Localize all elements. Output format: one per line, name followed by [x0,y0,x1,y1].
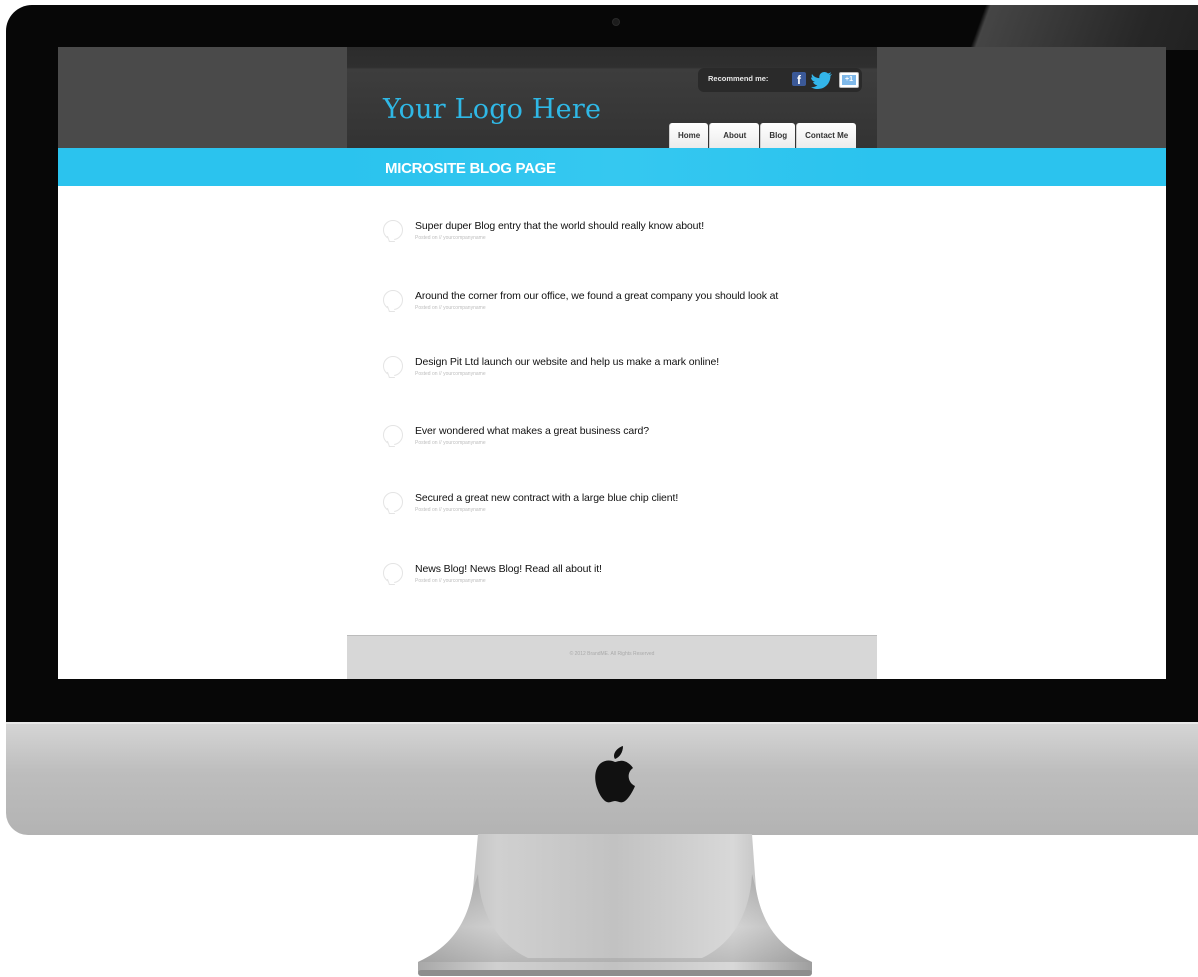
screen: Your Logo Here Recommend me: f +1 Home A… [58,47,1166,679]
comment-bubble-icon [383,563,403,583]
blog-entry-title[interactable]: Secured a great new contract with a larg… [415,492,678,504]
blog-entry-meta: Posted on // yourcompanyname [415,507,486,513]
comment-bubble-icon [383,425,403,445]
comment-bubble-icon [383,290,403,310]
blog-entry[interactable]: Design Pit Ltd launch our website and he… [383,356,863,396]
google-plus-label: +1 [842,75,856,85]
blog-entry-title[interactable]: Ever wondered what makes a great busines… [415,425,649,437]
monitor-stand [418,834,812,976]
blog-entry[interactable]: Secured a great new contract with a larg… [383,492,863,532]
website: Your Logo Here Recommend me: f +1 Home A… [347,47,877,679]
twitter-icon[interactable] [811,71,833,89]
blog-entry-title[interactable]: Around the corner from our office, we fo… [415,290,778,302]
blog-entry[interactable]: Around the corner from our office, we fo… [383,290,863,330]
main-nav: Home About Blog Contact Me [669,123,857,148]
site-header: Your Logo Here Recommend me: f +1 Home A… [347,47,877,148]
blog-entry-title[interactable]: Super duper Blog entry that the world sh… [415,220,704,232]
blog-entry[interactable]: News Blog! News Blog! Read all about it!… [383,563,863,603]
blog-entry-meta: Posted on // yourcompanyname [415,305,486,311]
site-logo[interactable]: Your Logo Here [383,94,601,125]
comment-bubble-icon [383,356,403,376]
blog-entry-meta: Posted on // yourcompanyname [415,371,486,377]
google-plus-icon[interactable]: +1 [839,72,859,88]
blog-entry-meta: Posted on // yourcompanyname [415,578,486,584]
blog-entry-title[interactable]: Design Pit Ltd launch our website and he… [415,356,719,368]
copyright-text: © 2012 BrandME. All Rights Reserved [569,651,655,657]
nav-item-about[interactable]: About [709,123,760,148]
recommend-bar: Recommend me: f +1 [698,68,862,92]
blog-entry[interactable]: Ever wondered what makes a great busines… [383,425,863,465]
page-title: MICROSITE BLOG PAGE [385,160,556,177]
blog-entry-title[interactable]: News Blog! News Blog! Read all about it! [415,563,602,575]
facebook-icon[interactable]: f [792,72,806,87]
site-footer: © 2012 BrandME. All Rights Reserved [347,635,877,679]
blog-entry-meta: Posted on // yourcompanyname [415,235,486,241]
apple-logo-icon [595,746,635,803]
monitor-chin-edge [6,722,1198,724]
blog-entry[interactable]: Super duper Blog entry that the world sh… [383,220,863,260]
comment-bubble-icon [383,492,403,512]
nav-item-contact[interactable]: Contact Me [796,123,857,148]
nav-item-home[interactable]: Home [669,123,709,148]
comment-bubble-icon [383,220,403,240]
blog-entry-meta: Posted on // yourcompanyname [415,440,486,446]
camera-icon [613,19,619,25]
nav-item-blog[interactable]: Blog [760,123,796,148]
recommend-label: Recommend me: [708,74,769,83]
